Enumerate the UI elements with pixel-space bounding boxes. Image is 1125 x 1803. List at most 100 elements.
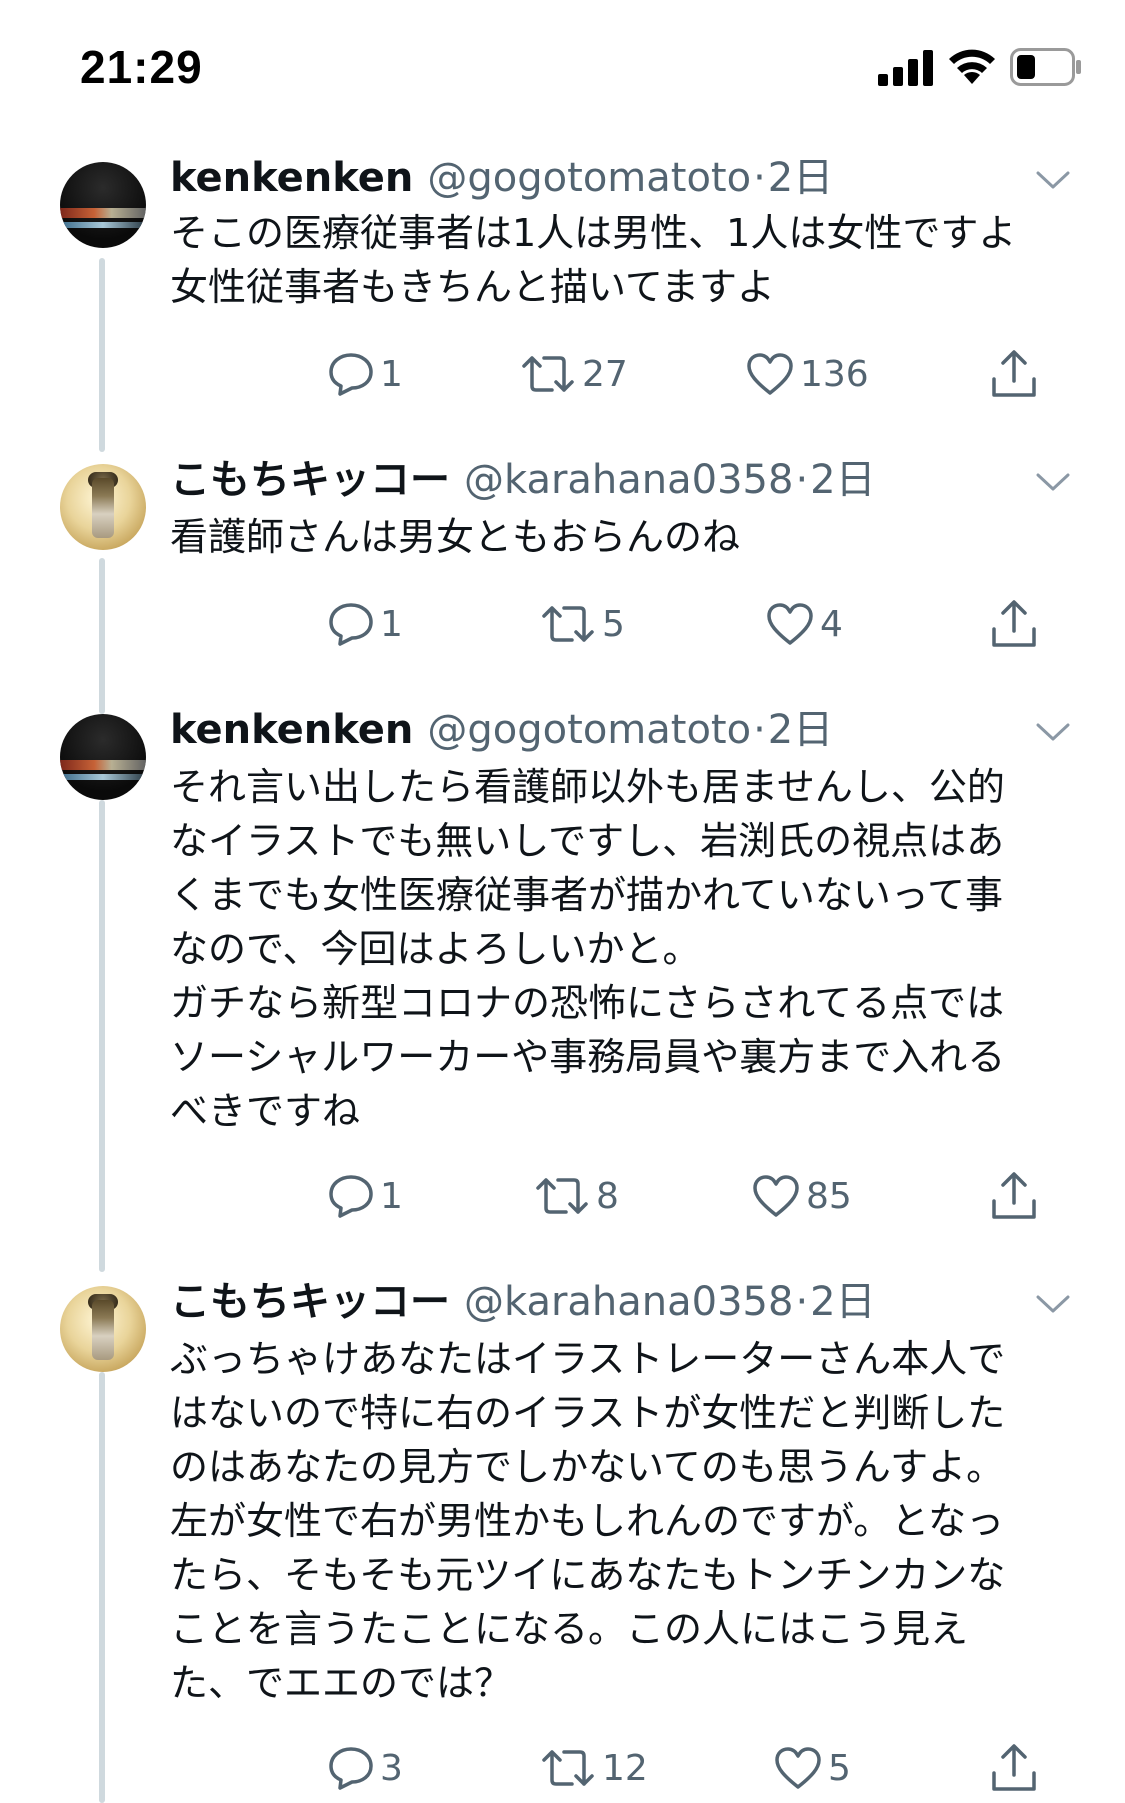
- author-handle[interactable]: @karahana0358: [464, 457, 793, 503]
- reply-count: 1: [380, 1175, 403, 1217]
- tweet-time[interactable]: 2日: [810, 457, 875, 503]
- heart-icon: [753, 1175, 799, 1217]
- tweet-text-line: そこの医療従事者は1人は男性、1人は女性ですよ: [170, 211, 1017, 255]
- author-name[interactable]: kenkenken: [170, 155, 413, 201]
- reply-icon: [329, 353, 373, 396]
- share-button[interactable]: [990, 1738, 1038, 1798]
- retweet-button[interactable]: 12: [540, 1738, 648, 1798]
- status-bar: 21:29: [0, 0, 1125, 140]
- tweet-text-line: ことを言うたことになる。この人にはこう見え: [170, 1607, 969, 1651]
- share-button[interactable]: [990, 344, 1038, 404]
- tweet-header: kenkenken @gogotomatoto·2日: [170, 154, 833, 202]
- share-icon: [992, 600, 1036, 647]
- tweet-text-line: たら、そもそも元ツイにあなたもトンチンカンな: [170, 1553, 1006, 1597]
- retweet-button[interactable]: 5: [540, 594, 625, 654]
- retweet-button[interactable]: 27: [520, 344, 628, 404]
- battery-low-icon: [1010, 48, 1081, 86]
- retweet-icon: [536, 1178, 588, 1214]
- like-count: 85: [806, 1175, 852, 1217]
- separator-dot: ·: [753, 155, 766, 201]
- reply-button[interactable]: 1: [328, 1166, 403, 1226]
- action-bar: 1 8 85: [0, 1166, 1125, 1226]
- tweet-text-line: なイラストでも無いしですし、岩渕氏の視点はあ: [170, 819, 1005, 863]
- like-button[interactable]: 85: [752, 1166, 852, 1226]
- avatar[interactable]: [60, 714, 146, 800]
- chevron-down-icon[interactable]: [1036, 722, 1070, 742]
- like-count: 5: [828, 1747, 851, 1789]
- reply-icon: [329, 603, 373, 646]
- tweet-header: こもちキッコー @karahana0358·2日: [170, 1278, 876, 1326]
- reply-icon: [329, 1747, 373, 1790]
- retweet-count: 5: [602, 603, 625, 645]
- share-button[interactable]: [990, 594, 1038, 654]
- action-bar: 1 5 4: [0, 594, 1125, 654]
- wifi-icon: [949, 49, 995, 84]
- signal-bars-icon: [878, 50, 933, 86]
- like-count: 136: [800, 353, 869, 395]
- author-name[interactable]: こもちキッコー: [170, 457, 450, 503]
- tweet-text: ぶっちゃけあなたはイラストレーターさん本人で はないので特に右のイラストが女性だ…: [170, 1332, 1050, 1710]
- retweet-icon: [522, 356, 574, 392]
- tweet-text-line: のはあなたの見方でしかないてのも思うんすよ。: [170, 1445, 1005, 1489]
- author-handle[interactable]: @gogotomatoto: [427, 155, 751, 201]
- reply-button[interactable]: 1: [328, 344, 403, 404]
- tweet-text: それ言い出したら看護師以外も居ませんし、公的 なイラストでも無いしですし、岩渕氏…: [170, 760, 1050, 1138]
- tweet-text-line: それ言い出したら看護師以外も居ませんし、公的: [170, 765, 1005, 809]
- tweet-text-line: ソーシャルワーカーや事務局員や裏方まで入れる: [170, 1035, 1006, 1079]
- like-button[interactable]: 136: [746, 344, 869, 404]
- share-icon: [992, 350, 1036, 397]
- avatar[interactable]: [60, 1286, 146, 1372]
- avatar[interactable]: [60, 464, 146, 550]
- retweet-button[interactable]: 8: [534, 1166, 619, 1226]
- like-count: 4: [820, 603, 843, 645]
- tweet-header: こもちキッコー @karahana0358·2日: [170, 456, 876, 504]
- tweet-text-line: なので、今回はよろしいかと。: [170, 927, 701, 971]
- share-icon: [992, 1744, 1036, 1791]
- tweet-text: そこの医療従事者は1人は男性、1人は女性ですよ 女性従事者もきちんと描いてますよ: [170, 206, 1050, 314]
- tweet-time[interactable]: 2日: [768, 155, 833, 201]
- chevron-down-icon[interactable]: [1036, 1294, 1070, 1314]
- retweet-count: 12: [602, 1747, 648, 1789]
- reply-icon: [329, 1175, 373, 1218]
- tweet-text-line: 左が女性で右が男性かもしれんのですが。となっ: [170, 1499, 1005, 1543]
- separator-dot: ·: [795, 457, 809, 503]
- tweet-text-line: はないので特に右のイラストが女性だと判断した: [170, 1391, 1006, 1435]
- retweet-count: 8: [596, 1175, 619, 1217]
- tweet-time[interactable]: 2日: [810, 1279, 875, 1325]
- heart-icon: [775, 1747, 821, 1789]
- share-button[interactable]: [990, 1166, 1038, 1226]
- chevron-down-icon[interactable]: [1036, 170, 1070, 190]
- like-button[interactable]: 5: [774, 1738, 851, 1798]
- author-name[interactable]: こもちキッコー: [170, 1279, 450, 1325]
- tweet-text-line: 看護師さんは男女ともおらんのね: [170, 515, 741, 559]
- author-handle[interactable]: @karahana0358: [464, 1279, 793, 1325]
- action-bar: 1 27 136: [0, 344, 1125, 404]
- tweet-text-line: べきですね: [170, 1089, 361, 1133]
- avatar[interactable]: [60, 162, 146, 248]
- separator-dot: ·: [795, 1279, 809, 1325]
- tweet-time[interactable]: 2日: [768, 707, 833, 753]
- tweet-text-line: ガチなら新型コロナの恐怖にさらされてる点では: [170, 981, 1005, 1025]
- author-name[interactable]: kenkenken: [170, 707, 413, 753]
- heart-icon: [767, 603, 813, 645]
- tweet-text-line: くまでも女性医療従事者が描かれていないって事: [170, 873, 1003, 917]
- tweet-text: 看護師さんは男女ともおらんのね: [170, 510, 1050, 564]
- tweet-text-line: た、でエエのでは？: [170, 1661, 513, 1705]
- tweet-text-line: 女性従事者もきちんと描いてますよ: [170, 265, 775, 309]
- reply-count: 1: [380, 603, 403, 645]
- share-icon: [992, 1172, 1036, 1219]
- action-bar: 3 12 5: [0, 1738, 1125, 1798]
- tweet-text-line: ぶっちゃけあなたはイラストレーターさん本人で: [170, 1337, 1006, 1381]
- status-time: 21:29: [80, 41, 203, 93]
- heart-icon: [747, 353, 793, 395]
- reply-button[interactable]: 3: [328, 1738, 403, 1798]
- separator-dot: ·: [753, 707, 766, 753]
- author-handle[interactable]: @gogotomatoto: [427, 707, 751, 753]
- retweet-icon: [542, 1750, 594, 1786]
- reply-button[interactable]: 1: [328, 594, 403, 654]
- chevron-down-icon[interactable]: [1036, 472, 1070, 492]
- retweet-icon: [542, 606, 594, 642]
- like-button[interactable]: 4: [766, 594, 843, 654]
- reply-count: 1: [380, 353, 403, 395]
- retweet-count: 27: [582, 353, 628, 395]
